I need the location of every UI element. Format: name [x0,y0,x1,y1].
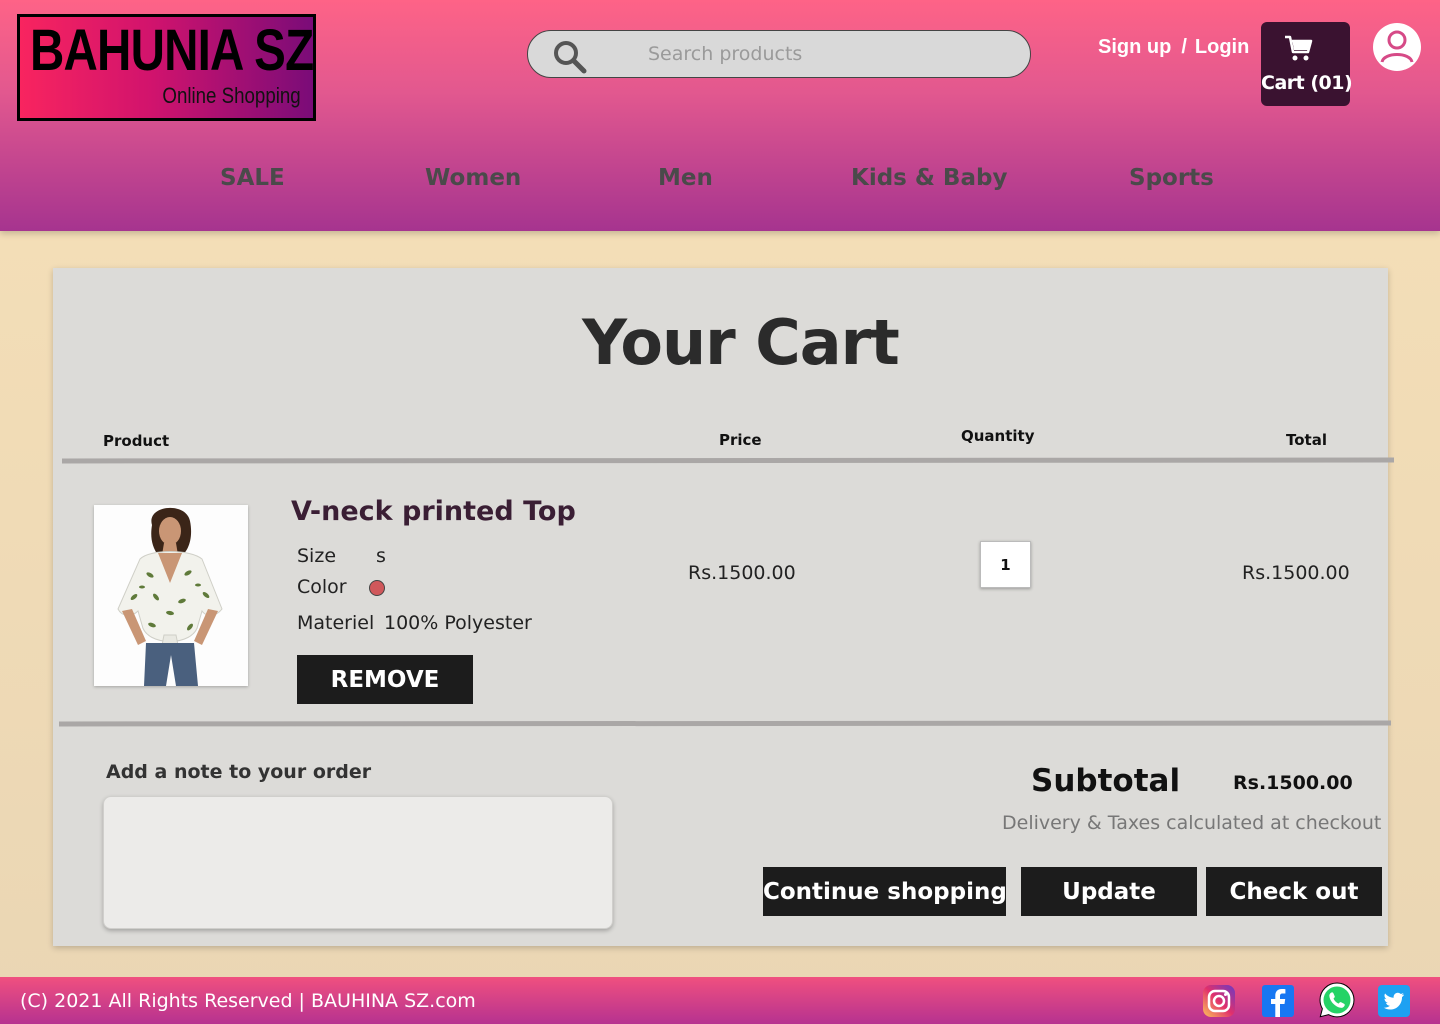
column-header-product: Product [103,432,170,450]
shopping-cart-icon [1285,35,1313,61]
product-name[interactable]: V-neck printed Top [291,496,576,527]
auth-separator: / [1181,36,1187,58]
logo-subtitle: Online Shopping [162,83,301,108]
logo-title: BAHUNIA SZ [30,18,314,83]
order-note-label: Add a note to your order [106,761,372,783]
order-note-input[interactable] [103,796,613,929]
product-photo-top [94,505,248,686]
product-image[interactable] [94,505,248,686]
copyright-text: (C) 2021 All Rights Reserved | BAUHINA S… [20,990,476,1012]
subtotal-label: Subtotal [1031,763,1181,799]
search-icon[interactable] [552,39,588,75]
site-logo[interactable]: BAHUNIA SZ Online Shopping [17,14,316,121]
column-header-total: Total [1286,431,1327,449]
nav-item-women[interactable]: Women [425,165,521,191]
facebook-icon[interactable] [1261,984,1295,1018]
color-swatch [369,580,385,596]
material-value: 100% Polyester [384,612,532,634]
instagram-icon[interactable] [1202,984,1236,1018]
cart-count-label: Cart (01) [1261,72,1353,94]
nav-item-sale[interactable]: SALE [220,165,285,191]
column-header-price: Price [719,431,762,449]
whatsapp-icon[interactable] [1318,981,1356,1019]
column-header-quantity: Quantity [961,427,1035,445]
remove-button[interactable]: REMOVE [297,655,473,704]
page-title: Your Cart [582,306,900,379]
tax-note: Delivery & Taxes calculated at checkout [1002,812,1382,834]
color-label: Color [297,576,347,598]
row-divider [58,720,1392,727]
sign-up-link[interactable]: Sign up [1098,36,1171,58]
continue-shopping-button[interactable]: Continue shopping [763,867,1007,916]
nav-item-men[interactable]: Men [658,165,713,191]
checkout-button[interactable]: Check out [1206,867,1382,916]
search-input[interactable] [648,39,1008,69]
cart-button[interactable]: Cart (01) [1261,22,1353,106]
material-label: Materiel [297,612,375,634]
item-total: Rs.1500.00 [1242,562,1350,584]
site-header: BAHUNIA SZ Online Shopping Sign up / Login… [0,0,1440,231]
main-nav: SALE Women Men Kids & Baby Sports [0,165,1440,205]
search-bar [527,30,1031,78]
size-value: s [376,545,386,567]
subtotal-value: Rs.1500.00 [1233,772,1353,794]
nav-item-kids-baby[interactable]: Kids & Baby [851,165,1007,191]
update-button[interactable]: Update [1021,867,1197,916]
nav-item-sports[interactable]: Sports [1129,165,1214,191]
quantity-input[interactable] [980,541,1031,588]
user-profile-icon[interactable] [1372,22,1422,72]
login-link[interactable]: Login [1195,36,1249,58]
cart-panel: Your Cart Product Price Quantity Total V… [53,268,1395,946]
size-label: Size [297,545,337,567]
item-price: Rs.1500.00 [688,562,796,584]
twitter-icon[interactable] [1377,984,1411,1018]
auth-links: Sign up / Login [1098,36,1249,62]
header-divider [61,457,1395,464]
site-footer: (C) 2021 All Rights Reserved | BAUHINA S… [0,977,1440,1024]
